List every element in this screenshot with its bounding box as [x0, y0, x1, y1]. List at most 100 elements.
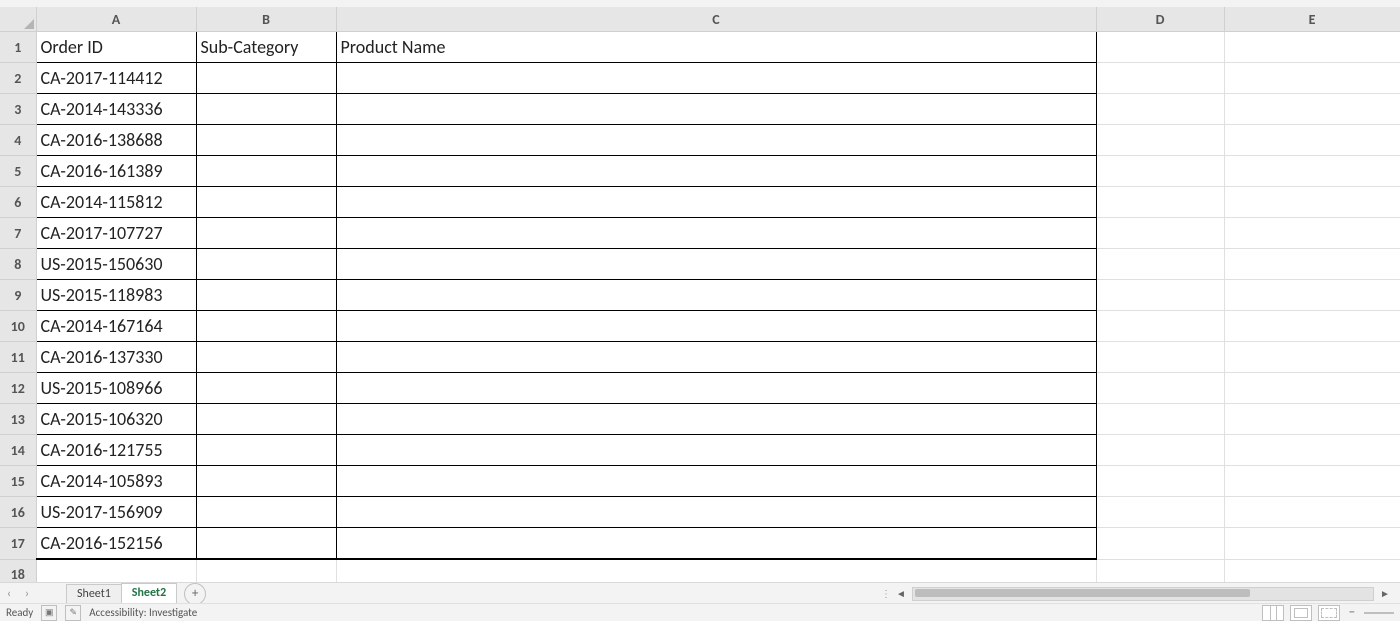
cell-C2[interactable] — [336, 63, 1096, 94]
cell-B7[interactable] — [196, 218, 336, 249]
cell-A6[interactable]: CA-2014-115812 — [36, 187, 196, 218]
cell-D17[interactable] — [1096, 528, 1224, 560]
sheet-tab-sheet1[interactable]: Sheet1 — [66, 584, 122, 604]
cell-C14[interactable] — [336, 435, 1096, 466]
row-header-3[interactable]: 3 — [0, 94, 36, 125]
cell-B14[interactable] — [196, 435, 336, 466]
row-header-9[interactable]: 9 — [0, 280, 36, 311]
hscroll-left-arrow-icon[interactable]: ◄ — [894, 588, 908, 600]
cell-A9[interactable]: US-2015-118983 — [36, 280, 196, 311]
cell-E14[interactable] — [1224, 435, 1400, 466]
cell-D12[interactable] — [1096, 373, 1224, 404]
cell-D16[interactable] — [1096, 497, 1224, 528]
new-sheet-button[interactable]: + — [184, 583, 206, 605]
cell-E7[interactable] — [1224, 218, 1400, 249]
tab-scroll-right-button[interactable]: › — [18, 585, 36, 603]
hscroll-right-arrow-icon[interactable]: ► — [1378, 588, 1392, 600]
zoom-slider-track[interactable] — [1364, 612, 1394, 614]
cell-B15[interactable] — [196, 466, 336, 497]
column-header-C[interactable]: C — [336, 7, 1096, 32]
cell-E10[interactable] — [1224, 311, 1400, 342]
row-header-8[interactable]: 8 — [0, 249, 36, 280]
cell-E6[interactable] — [1224, 187, 1400, 218]
cell-E3[interactable] — [1224, 94, 1400, 125]
cell-D7[interactable] — [1096, 218, 1224, 249]
cell-D13[interactable] — [1096, 404, 1224, 435]
cell-B10[interactable] — [196, 311, 336, 342]
cell-C12[interactable] — [336, 373, 1096, 404]
cell-C5[interactable] — [336, 156, 1096, 187]
cell-D11[interactable] — [1096, 342, 1224, 373]
cell-B12[interactable] — [196, 373, 336, 404]
cell-E16[interactable] — [1224, 497, 1400, 528]
row-header-13[interactable]: 13 — [0, 404, 36, 435]
tab-splitter-grip-icon[interactable]: ⋮ — [881, 587, 890, 600]
cell-C10[interactable] — [336, 311, 1096, 342]
cell-E17[interactable] — [1224, 528, 1400, 560]
row-header-15[interactable]: 15 — [0, 466, 36, 497]
cell-B17[interactable] — [196, 528, 336, 560]
select-all-corner[interactable] — [0, 7, 36, 32]
zoom-out-button[interactable]: − — [1346, 605, 1358, 620]
row-header-14[interactable]: 14 — [0, 435, 36, 466]
cell-C11[interactable] — [336, 342, 1096, 373]
row-header-4[interactable]: 4 — [0, 125, 36, 156]
cell-B8[interactable] — [196, 249, 336, 280]
cell-A4[interactable]: CA-2016-138688 — [36, 125, 196, 156]
row-header-12[interactable]: 12 — [0, 373, 36, 404]
cell-B4[interactable] — [196, 125, 336, 156]
cell-A5[interactable]: CA-2016-161389 — [36, 156, 196, 187]
cell-D4[interactable] — [1096, 125, 1224, 156]
cell-D6[interactable] — [1096, 187, 1224, 218]
cell-D14[interactable] — [1096, 435, 1224, 466]
cell-B2[interactable] — [196, 63, 336, 94]
cell-C9[interactable] — [336, 280, 1096, 311]
cell-C13[interactable] — [336, 404, 1096, 435]
cell-D2[interactable] — [1096, 63, 1224, 94]
cell-C18[interactable] — [336, 559, 1096, 583]
cell-B11[interactable] — [196, 342, 336, 373]
row-header-11[interactable]: 11 — [0, 342, 36, 373]
cell-D15[interactable] — [1096, 466, 1224, 497]
macro-record-icon[interactable]: ▣ — [41, 605, 57, 621]
cell-C16[interactable] — [336, 497, 1096, 528]
row-header-5[interactable]: 5 — [0, 156, 36, 187]
cell-B16[interactable] — [196, 497, 336, 528]
cell-E1[interactable] — [1224, 32, 1400, 63]
cell-E13[interactable] — [1224, 404, 1400, 435]
row-header-7[interactable]: 7 — [0, 218, 36, 249]
cell-A3[interactable]: CA-2014-143336 — [36, 94, 196, 125]
cell-D8[interactable] — [1096, 249, 1224, 280]
cell-A8[interactable]: US-2015-150630 — [36, 249, 196, 280]
row-header-18[interactable]: 18 — [0, 559, 36, 583]
cell-C1[interactable]: Product Name — [336, 32, 1096, 63]
cell-E8[interactable] — [1224, 249, 1400, 280]
column-header-D[interactable]: D — [1096, 7, 1224, 32]
cell-D9[interactable] — [1096, 280, 1224, 311]
cell-D3[interactable] — [1096, 94, 1224, 125]
cell-E5[interactable] — [1224, 156, 1400, 187]
row-header-16[interactable]: 16 — [0, 497, 36, 528]
cell-B1[interactable]: Sub-Category — [196, 32, 336, 63]
cell-E9[interactable] — [1224, 280, 1400, 311]
cell-A1[interactable]: Order ID — [36, 32, 196, 63]
cell-D18[interactable] — [1096, 559, 1224, 583]
row-header-1[interactable]: 1 — [0, 32, 36, 63]
cell-E11[interactable] — [1224, 342, 1400, 373]
cell-E15[interactable] — [1224, 466, 1400, 497]
row-header-17[interactable]: 17 — [0, 528, 36, 560]
cell-B5[interactable] — [196, 156, 336, 187]
spreadsheet-grid[interactable]: A B C D E 1Order IDSub-CategoryProduct N… — [0, 7, 1400, 583]
cell-A16[interactable]: US-2017-156909 — [36, 497, 196, 528]
cell-D5[interactable] — [1096, 156, 1224, 187]
cell-C6[interactable] — [336, 187, 1096, 218]
cell-C3[interactable] — [336, 94, 1096, 125]
column-header-A[interactable]: A — [36, 7, 196, 32]
column-header-B[interactable]: B — [196, 7, 336, 32]
cell-B6[interactable] — [196, 187, 336, 218]
cell-A15[interactable]: CA-2014-105893 — [36, 466, 196, 497]
view-normal-button[interactable] — [1262, 605, 1284, 621]
horizontal-scrollbar[interactable] — [912, 587, 1374, 601]
cell-E4[interactable] — [1224, 125, 1400, 156]
cell-B13[interactable] — [196, 404, 336, 435]
